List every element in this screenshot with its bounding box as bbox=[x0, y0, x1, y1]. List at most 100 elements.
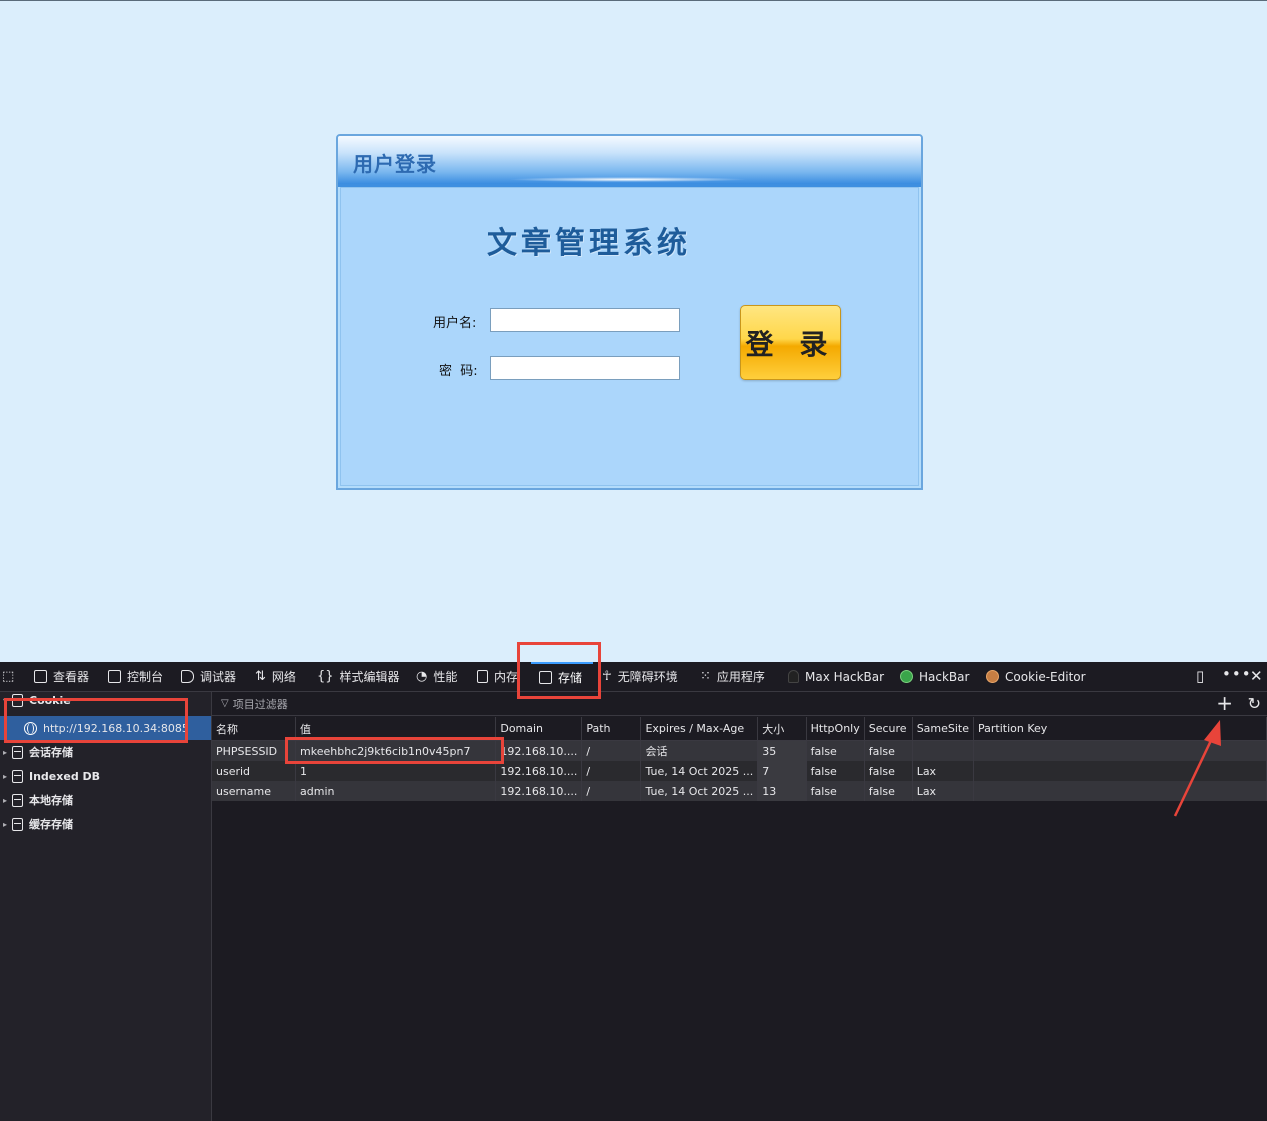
memory-icon bbox=[477, 670, 488, 683]
tab-label: 应用程序 bbox=[716, 670, 765, 684]
responsive-design-icon[interactable]: ▯ bbox=[1196, 668, 1204, 684]
column-header[interactable]: Domain bbox=[495, 717, 583, 741]
expand-arrow-icon: ▸ bbox=[2, 819, 7, 829]
tab-cookie-editor[interactable]: Cookie-Editor bbox=[986, 662, 1086, 691]
expand-arrow-icon: ▸ bbox=[2, 771, 7, 781]
refresh-button[interactable]: ↻ bbox=[1248, 693, 1261, 715]
webpage-viewport: 用户登录 文章管理系统 用户名: 密 码: 登 录 bbox=[0, 0, 1267, 662]
tree-item-cache-storage[interactable]: ▸ 缓存存储 bbox=[0, 812, 211, 836]
tab-network[interactable]: ⇅ 网络 bbox=[255, 662, 296, 691]
column-header[interactable]: 大小 bbox=[757, 717, 807, 741]
debugger-icon bbox=[181, 670, 194, 683]
application-icon: ⁙ bbox=[700, 669, 711, 684]
tab-label: 性能 bbox=[433, 670, 458, 684]
login-panel: 用户登录 文章管理系统 用户名: 密 码: 登 录 bbox=[336, 134, 923, 490]
username-label: 用户名: bbox=[433, 316, 477, 331]
add-item-button[interactable]: + bbox=[1216, 692, 1233, 714]
cell-expires: Tue, 14 Oct 2025 ... bbox=[640, 761, 759, 781]
tree-item-session-storage[interactable]: ▸ 会话存储 bbox=[0, 740, 211, 764]
cell-value: 1 bbox=[295, 761, 497, 781]
login-panel-title: 用户登录 bbox=[353, 152, 437, 176]
login-button[interactable]: 登 录 bbox=[740, 305, 841, 380]
cell-name: PHPSESSID bbox=[212, 740, 297, 761]
cell-domain: 192.168.10.... bbox=[495, 761, 583, 781]
cell-size: 7 bbox=[757, 761, 807, 781]
system-title: 文章管理系统 bbox=[487, 226, 691, 261]
style-editor-icon: {} bbox=[317, 669, 334, 684]
console-icon bbox=[108, 670, 121, 683]
column-header[interactable]: Expires / Max-Age bbox=[640, 717, 759, 741]
cell-path: / bbox=[581, 740, 642, 761]
tab-performance[interactable]: ◔ 性能 bbox=[416, 662, 457, 691]
cell-samesite: Lax bbox=[912, 761, 975, 781]
tab-inspector[interactable]: 查看器 bbox=[34, 662, 89, 691]
cell-domain: 192.168.10.... bbox=[495, 781, 583, 801]
column-header[interactable]: 名称 bbox=[212, 717, 297, 741]
column-header[interactable]: Secure bbox=[864, 717, 913, 741]
performance-icon: ◔ bbox=[416, 669, 428, 684]
tab-memory[interactable]: 内存 bbox=[477, 662, 518, 691]
devtools-toolbar: ⬚ 查看器 控制台 调试器 ⇅ 网络 {} 样式编辑器 ◔ 性能 内存 存储 ☥… bbox=[0, 662, 1267, 692]
arrow-shaft bbox=[1173, 729, 1218, 817]
tab-label: 无障碍环境 bbox=[617, 670, 678, 684]
cell-path: / bbox=[581, 781, 642, 801]
column-header[interactable]: HttpOnly bbox=[806, 717, 865, 741]
tab-debugger[interactable]: 调试器 bbox=[181, 662, 236, 691]
filter-icon: ▽ bbox=[221, 698, 229, 709]
more-options-icon[interactable]: ••• bbox=[1222, 666, 1252, 682]
tab-application[interactable]: ⁙ 应用程序 bbox=[700, 662, 765, 691]
max-hackbar-icon bbox=[788, 670, 799, 683]
cell-size: 13 bbox=[757, 781, 807, 801]
network-icon: ⇅ bbox=[255, 669, 266, 684]
storage-db-icon bbox=[12, 769, 23, 783]
password-label: 密 码: bbox=[439, 364, 478, 379]
cell-samesite bbox=[912, 740, 975, 761]
element-picker-button[interactable]: ⬚ bbox=[2, 662, 14, 691]
arrow-head bbox=[1204, 720, 1221, 746]
column-header[interactable]: SameSite bbox=[912, 717, 975, 741]
expand-arrow-icon: ▸ bbox=[2, 795, 7, 805]
table-row[interactable]: username admin 192.168.10.... / Tue, 14 … bbox=[212, 781, 1267, 801]
tab-label: 控制台 bbox=[127, 670, 164, 684]
column-header[interactable]: Path bbox=[581, 717, 642, 741]
tab-label: HackBar bbox=[919, 669, 970, 684]
tree-item-label: 本地存储 bbox=[29, 794, 73, 807]
session-value-highlight bbox=[285, 737, 504, 764]
cell-value: admin bbox=[295, 781, 497, 801]
hackbar-icon bbox=[900, 670, 913, 683]
expand-arrow-icon: ▸ bbox=[2, 747, 7, 757]
filter-input[interactable]: 项目过滤器 bbox=[233, 696, 288, 712]
tab-hackbar[interactable]: HackBar bbox=[900, 662, 969, 691]
tree-item-indexed-db[interactable]: ▸ Indexed DB bbox=[0, 764, 211, 788]
cell-secure: false bbox=[864, 761, 913, 781]
tree-item-local-storage[interactable]: ▸ 本地存储 bbox=[0, 788, 211, 812]
tab-console[interactable]: 控制台 bbox=[108, 662, 163, 691]
tree-item-label: 缓存存储 bbox=[29, 818, 73, 831]
tab-label: Max HackBar bbox=[805, 669, 885, 684]
storage-sidebar: ▾ Cookie http://192.168.10.34:8085 ▸ 会话存… bbox=[0, 692, 212, 1121]
accessibility-icon: ☥ bbox=[602, 669, 612, 684]
cell-expires: Tue, 14 Oct 2025 ... bbox=[640, 781, 759, 801]
cell-httponly: false bbox=[806, 761, 865, 781]
storage-db-icon bbox=[12, 793, 23, 807]
storage-db-icon bbox=[12, 817, 23, 831]
login-panel-header: 用户登录 bbox=[338, 136, 921, 187]
tab-accessibility[interactable]: ☥ 无障碍环境 bbox=[602, 662, 678, 691]
cookie-host-highlight bbox=[4, 698, 188, 743]
table-row[interactable]: userid 1 192.168.10.... / Tue, 14 Oct 20… bbox=[212, 761, 1267, 781]
cell-name: userid bbox=[212, 761, 297, 781]
element-picker-icon: ⬚ bbox=[2, 669, 15, 684]
username-input[interactable] bbox=[490, 308, 680, 332]
tab-style-editor[interactable]: {} 样式编辑器 bbox=[317, 662, 400, 691]
cell-name: username bbox=[212, 781, 297, 801]
cell-httponly: false bbox=[806, 781, 865, 801]
tab-label: Cookie-Editor bbox=[1005, 669, 1086, 684]
close-devtools-icon[interactable]: ✕ bbox=[1250, 668, 1263, 684]
password-input[interactable] bbox=[490, 356, 680, 380]
tab-max-hackbar[interactable]: Max HackBar bbox=[788, 662, 884, 691]
annotation-arrow bbox=[1173, 720, 1221, 817]
filter-bar[interactable]: ▽ 项目过滤器 bbox=[212, 692, 1267, 716]
cell-secure: false bbox=[864, 781, 913, 801]
tab-label: 网络 bbox=[271, 670, 296, 684]
storage-tab-highlight bbox=[517, 642, 601, 699]
